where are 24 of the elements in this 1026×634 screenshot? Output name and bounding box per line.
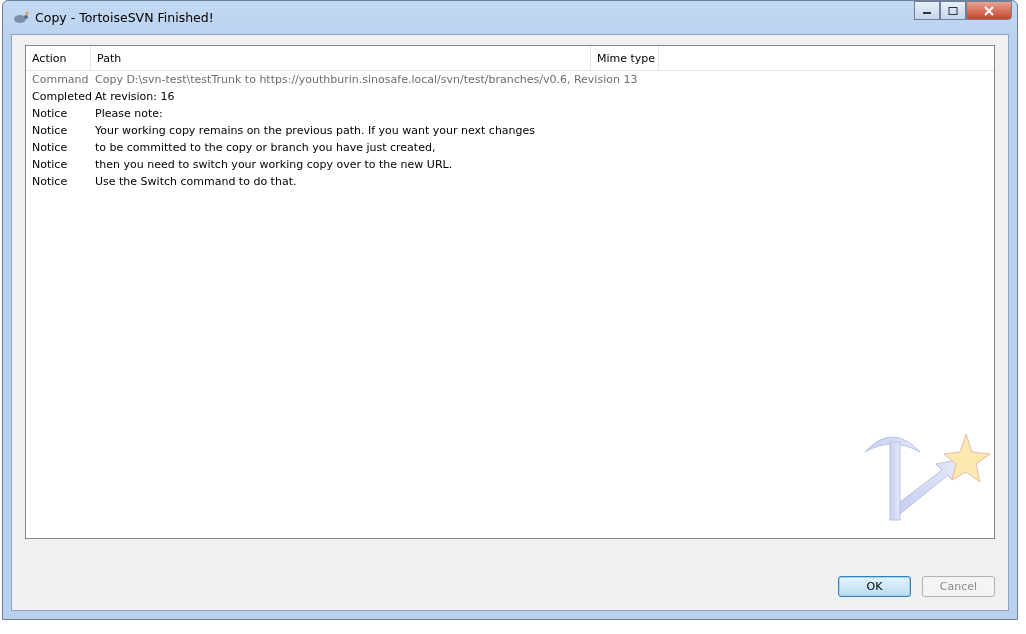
- action-cell-text: Command: [31, 73, 89, 86]
- path-cell-text: to be committed to the copy or branch you have just created,: [94, 141, 436, 154]
- window-title: Copy - TortoiseSVN Finished!: [35, 10, 214, 25]
- close-button[interactable]: [966, 1, 1012, 20]
- action-cell-text: Notice: [31, 158, 69, 171]
- action-cell-text: Notice: [31, 175, 69, 188]
- action-cell-text: Notice: [31, 124, 69, 137]
- maximize-button[interactable]: [940, 1, 966, 20]
- dialog-button[interactable]: OK: [838, 576, 911, 597]
- maximize-icon: [948, 6, 958, 15]
- path-cell-text: Your working copy remains on the previous path. If you want your next changes: [94, 124, 536, 137]
- column-header[interactable]: Mime type: [591, 46, 659, 70]
- action-cell-text: Notice: [31, 107, 69, 120]
- path-cell-text: At revision: 16: [94, 90, 175, 103]
- action-cell-text: Notice: [31, 141, 69, 154]
- path-cell-text: then you need to switch your working copy over to the new URL.: [94, 158, 453, 171]
- column-header[interactable]: Path: [91, 46, 591, 70]
- path-cell-text: Copy D:\svn-test\testTrunk to https://youthburin.sinosafe.local/svn/test/branches/v0.6, Revision 13: [94, 73, 638, 86]
- path-cell-text: Use the Switch command to do that.: [94, 175, 297, 188]
- action-cell-text: Completed: [31, 90, 89, 103]
- path-cell-text: Please note:: [94, 107, 163, 120]
- minimize-button[interactable]: [914, 1, 940, 20]
- column-header[interactable]: Action: [26, 46, 91, 70]
- close-icon: [983, 5, 995, 16]
